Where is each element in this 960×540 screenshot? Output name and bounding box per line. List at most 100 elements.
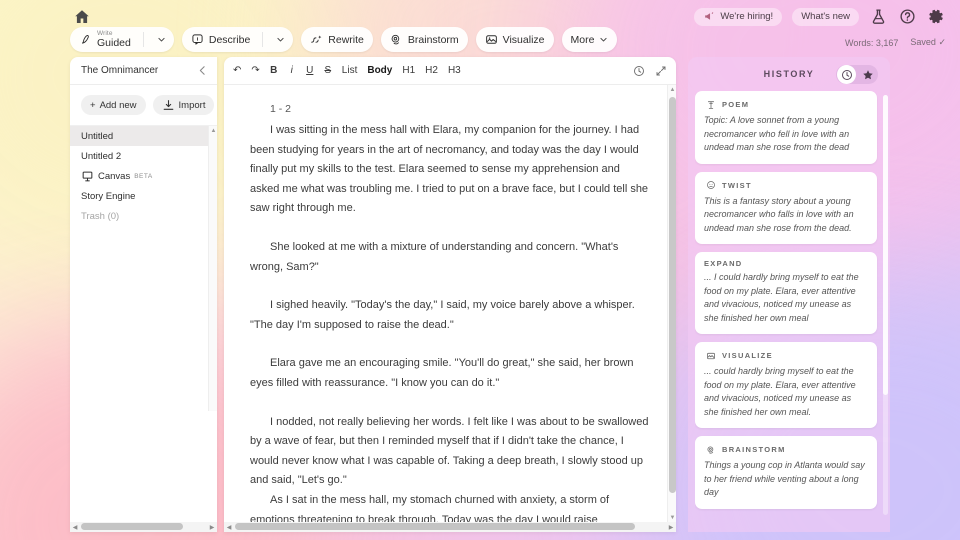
italic-button[interactable]: i bbox=[288, 62, 296, 80]
card-label: VISUALIZE bbox=[722, 351, 773, 360]
document-paragraph: I was sitting in the mess hall with Elar… bbox=[250, 124, 649, 215]
card-header: EXPAND bbox=[704, 259, 868, 268]
chevron-left-icon[interactable] bbox=[196, 64, 209, 77]
whats-new-chip[interactable]: What's new bbox=[792, 7, 859, 26]
chevron-down-icon bbox=[157, 35, 166, 44]
undo-button[interactable]: ↶ bbox=[233, 62, 241, 80]
card-header: TWIST bbox=[704, 179, 868, 192]
history-card-list[interactable]: POEM Topic: A love sonnet from a young n… bbox=[695, 91, 883, 523]
tool-write-label: Guided bbox=[97, 37, 131, 49]
strikethrough-button[interactable]: S bbox=[324, 62, 332, 80]
beaker-icon[interactable] bbox=[869, 7, 888, 26]
history-card-visualize[interactable]: VISUALIZE ... could hardly bring myself … bbox=[695, 342, 877, 428]
project-title: The Omnimancer bbox=[81, 65, 159, 76]
ai-tools-toolbar: Write Guided Describe Rewrite Brainstorm… bbox=[70, 27, 618, 52]
underline-button[interactable]: U bbox=[306, 62, 314, 80]
history-view-toggle bbox=[836, 65, 878, 84]
scroll-left-arrow[interactable]: ◀ bbox=[224, 522, 234, 532]
megaphone-icon bbox=[703, 10, 716, 23]
bold-button[interactable]: B bbox=[270, 62, 278, 80]
canvas-icon bbox=[81, 170, 94, 183]
tool-more-label: More bbox=[570, 33, 595, 46]
scroll-right-arrow[interactable]: ▶ bbox=[207, 522, 217, 532]
card-label: POEM bbox=[722, 100, 750, 109]
document-paragraph: She looked at me with a mixture of under… bbox=[250, 240, 619, 273]
card-text: ... I could hardly bring myself to eat t… bbox=[704, 272, 859, 323]
redo-button[interactable]: ↷ bbox=[251, 62, 259, 80]
scroll-up-arrow[interactable]: ▲ bbox=[668, 85, 676, 94]
tool-rewrite[interactable]: Rewrite bbox=[301, 27, 373, 52]
sidebar-item-canvas[interactable]: Canvas BETA bbox=[70, 166, 217, 186]
add-new-label: Add new bbox=[99, 99, 137, 111]
sidebar-item-story-engine[interactable]: Story Engine bbox=[70, 186, 217, 206]
expand-diagonal-icon[interactable] bbox=[655, 62, 667, 80]
sidebar-item-label: Trash (0) bbox=[81, 210, 120, 222]
tool-brainstorm-label: Brainstorm bbox=[407, 33, 459, 46]
divider bbox=[142, 32, 144, 47]
scroll-right-arrow[interactable]: ▶ bbox=[666, 522, 676, 532]
tool-write-guided[interactable]: Write Guided bbox=[70, 27, 174, 52]
h2-button[interactable]: H2 bbox=[425, 62, 438, 80]
sidebar-header: The Omnimancer bbox=[70, 57, 217, 85]
list-button[interactable]: List bbox=[342, 62, 358, 80]
tool-brainstorm[interactable]: Brainstorm bbox=[380, 27, 468, 52]
history-clock-icon[interactable] bbox=[633, 62, 645, 80]
history-card-brainstorm[interactable]: BRAINSTORM Things a young cop in Atlanta… bbox=[695, 436, 877, 509]
scroll-thumb[interactable] bbox=[81, 523, 183, 530]
sidebar-vertical-scrollbar[interactable]: ▲ bbox=[208, 126, 217, 411]
history-panel: HISTORY POEM Topic: A love sonnet from a… bbox=[688, 57, 890, 532]
history-card-poem[interactable]: POEM Topic: A love sonnet from a young n… bbox=[695, 91, 877, 164]
card-label: BRAINSTORM bbox=[722, 445, 786, 454]
twist-icon bbox=[704, 179, 717, 192]
document-paragraph: Elara gave me an encouraging smile. "You… bbox=[250, 357, 634, 389]
sidebar-horizontal-scrollbar[interactable]: ◀ ▶ bbox=[70, 522, 217, 532]
tool-describe[interactable]: Describe bbox=[181, 27, 294, 52]
scroll-left-arrow[interactable]: ◀ bbox=[70, 522, 80, 532]
card-label: TWIST bbox=[722, 180, 752, 190]
plus-icon: + bbox=[90, 99, 96, 111]
image-icon bbox=[704, 349, 717, 362]
sidebar-item-untitled-2[interactable]: Untitled 2 bbox=[70, 146, 217, 166]
tool-describe-label: Describe bbox=[208, 33, 251, 46]
history-card-expand[interactable]: EXPAND ... I could hardly bring myself t… bbox=[695, 252, 877, 334]
editor-horizontal-scrollbar[interactable]: ◀ ▶ bbox=[224, 522, 676, 532]
scroll-thumb[interactable] bbox=[669, 97, 676, 493]
write-caret-button[interactable] bbox=[149, 27, 174, 52]
history-vertical-scrollbar[interactable] bbox=[883, 95, 888, 515]
h3-button[interactable]: H3 bbox=[448, 62, 461, 80]
document-body[interactable]: 1 - 2 I was sitting in the mess hall wit… bbox=[224, 85, 676, 532]
gear-icon[interactable] bbox=[927, 7, 946, 26]
scroll-down-arrow[interactable]: ▼ bbox=[668, 513, 676, 522]
describe-caret-button[interactable] bbox=[268, 27, 293, 52]
sidebar-item-label: Story Engine bbox=[81, 190, 136, 202]
help-circle-icon[interactable] bbox=[898, 7, 917, 26]
rewrite-sparkle-icon bbox=[310, 33, 323, 46]
hiring-chip[interactable]: We're hiring! bbox=[694, 7, 783, 26]
import-button[interactable]: Import bbox=[152, 95, 215, 115]
history-card-twist[interactable]: TWIST This is a fantasy story about a yo… bbox=[695, 171, 877, 244]
sidebar-actions: + Add new Import bbox=[70, 85, 217, 126]
star-icon[interactable] bbox=[857, 65, 878, 84]
card-text: This is a fantasy story about a young ne… bbox=[704, 195, 854, 233]
h1-button[interactable]: H1 bbox=[402, 62, 415, 80]
editor-vertical-scrollbar[interactable]: ▲ ▼ bbox=[667, 85, 676, 522]
whats-new-label: What's new bbox=[801, 11, 850, 22]
scroll-thumb[interactable] bbox=[235, 523, 635, 530]
add-new-button[interactable]: + Add new bbox=[81, 95, 146, 115]
history-clock-icon[interactable] bbox=[837, 65, 856, 84]
sidebar-item-untitled[interactable]: Untitled bbox=[70, 126, 217, 146]
home-icon[interactable] bbox=[71, 6, 93, 28]
card-header: BRAINSTORM bbox=[704, 443, 868, 456]
scroll-thumb[interactable] bbox=[883, 95, 888, 395]
sidebar-item-trash[interactable]: Trash (0) bbox=[70, 206, 217, 226]
tool-more[interactable]: More bbox=[561, 27, 618, 52]
brainstorm-bubbles-icon bbox=[704, 443, 717, 456]
scroll-up-arrow[interactable]: ▲ bbox=[209, 126, 217, 135]
project-sidebar: The Omnimancer + Add new Import Untitled… bbox=[70, 57, 217, 532]
document-paragraph: I nodded, not really believing her words… bbox=[250, 415, 649, 487]
sidebar-item-label: Untitled 2 bbox=[81, 150, 122, 162]
tool-visualize[interactable]: Visualize bbox=[475, 27, 554, 52]
card-text: Things a young cop in Atlanta would say … bbox=[704, 460, 865, 497]
card-text: Topic: A love sonnet from a young necrom… bbox=[704, 115, 850, 152]
body-style-button[interactable]: Body bbox=[367, 62, 392, 80]
